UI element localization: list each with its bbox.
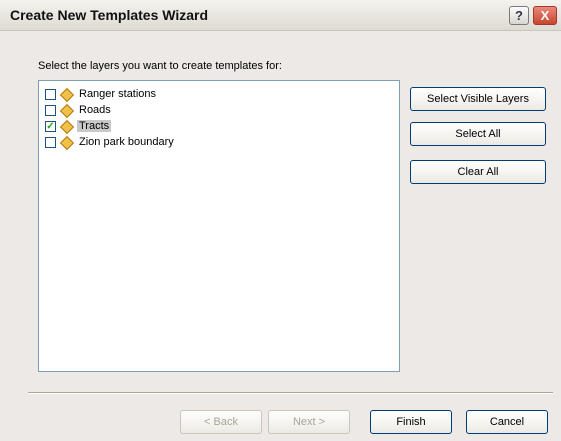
back-button[interactable]: < Back bbox=[180, 410, 262, 434]
layer-label: Tracts bbox=[77, 120, 112, 132]
list-item-zion-park-boundary[interactable]: Zion park boundary bbox=[45, 135, 176, 149]
line-layer-icon bbox=[59, 103, 73, 117]
layer-label: Roads bbox=[79, 104, 111, 116]
layers-list[interactable]: Ranger stations Roads ✓ Tracts Zion park… bbox=[38, 80, 400, 372]
next-button[interactable]: Next > bbox=[268, 410, 350, 434]
layer-checkbox[interactable] bbox=[45, 104, 56, 116]
layer-checkbox-checked[interactable]: ✓ bbox=[45, 120, 56, 132]
cancel-button[interactable]: Cancel bbox=[466, 410, 548, 434]
layer-label: Zion park boundary bbox=[79, 136, 174, 148]
list-item-roads[interactable]: Roads bbox=[45, 103, 113, 117]
layer-label: Ranger stations bbox=[79, 88, 157, 100]
polygon-layer-icon bbox=[59, 119, 73, 133]
point-layer-icon bbox=[59, 87, 73, 101]
list-item-tracts[interactable]: ✓ Tracts bbox=[45, 119, 112, 133]
help-button[interactable]: ? bbox=[509, 6, 529, 25]
select-visible-layers-button[interactable]: Select Visible Layers bbox=[410, 87, 546, 111]
layer-checkbox[interactable] bbox=[45, 88, 56, 100]
select-all-button[interactable]: Select All bbox=[410, 122, 546, 146]
instruction-label: Select the layers you want to create tem… bbox=[38, 60, 282, 72]
layer-checkbox[interactable] bbox=[45, 136, 56, 148]
clear-all-button[interactable]: Clear All bbox=[410, 160, 546, 184]
title-bar[interactable]: Create New Templates Wizard ? X bbox=[0, 0, 561, 31]
polygon-layer-icon bbox=[59, 135, 73, 149]
divider bbox=[28, 392, 553, 394]
window-title: Create New Templates Wizard bbox=[10, 7, 209, 23]
finish-button[interactable]: Finish bbox=[370, 410, 452, 434]
close-button[interactable]: X bbox=[533, 6, 557, 25]
list-item-ranger-stations[interactable]: Ranger stations bbox=[45, 87, 158, 101]
wizard-window: Create New Templates Wizard ? X Select t… bbox=[0, 0, 561, 441]
